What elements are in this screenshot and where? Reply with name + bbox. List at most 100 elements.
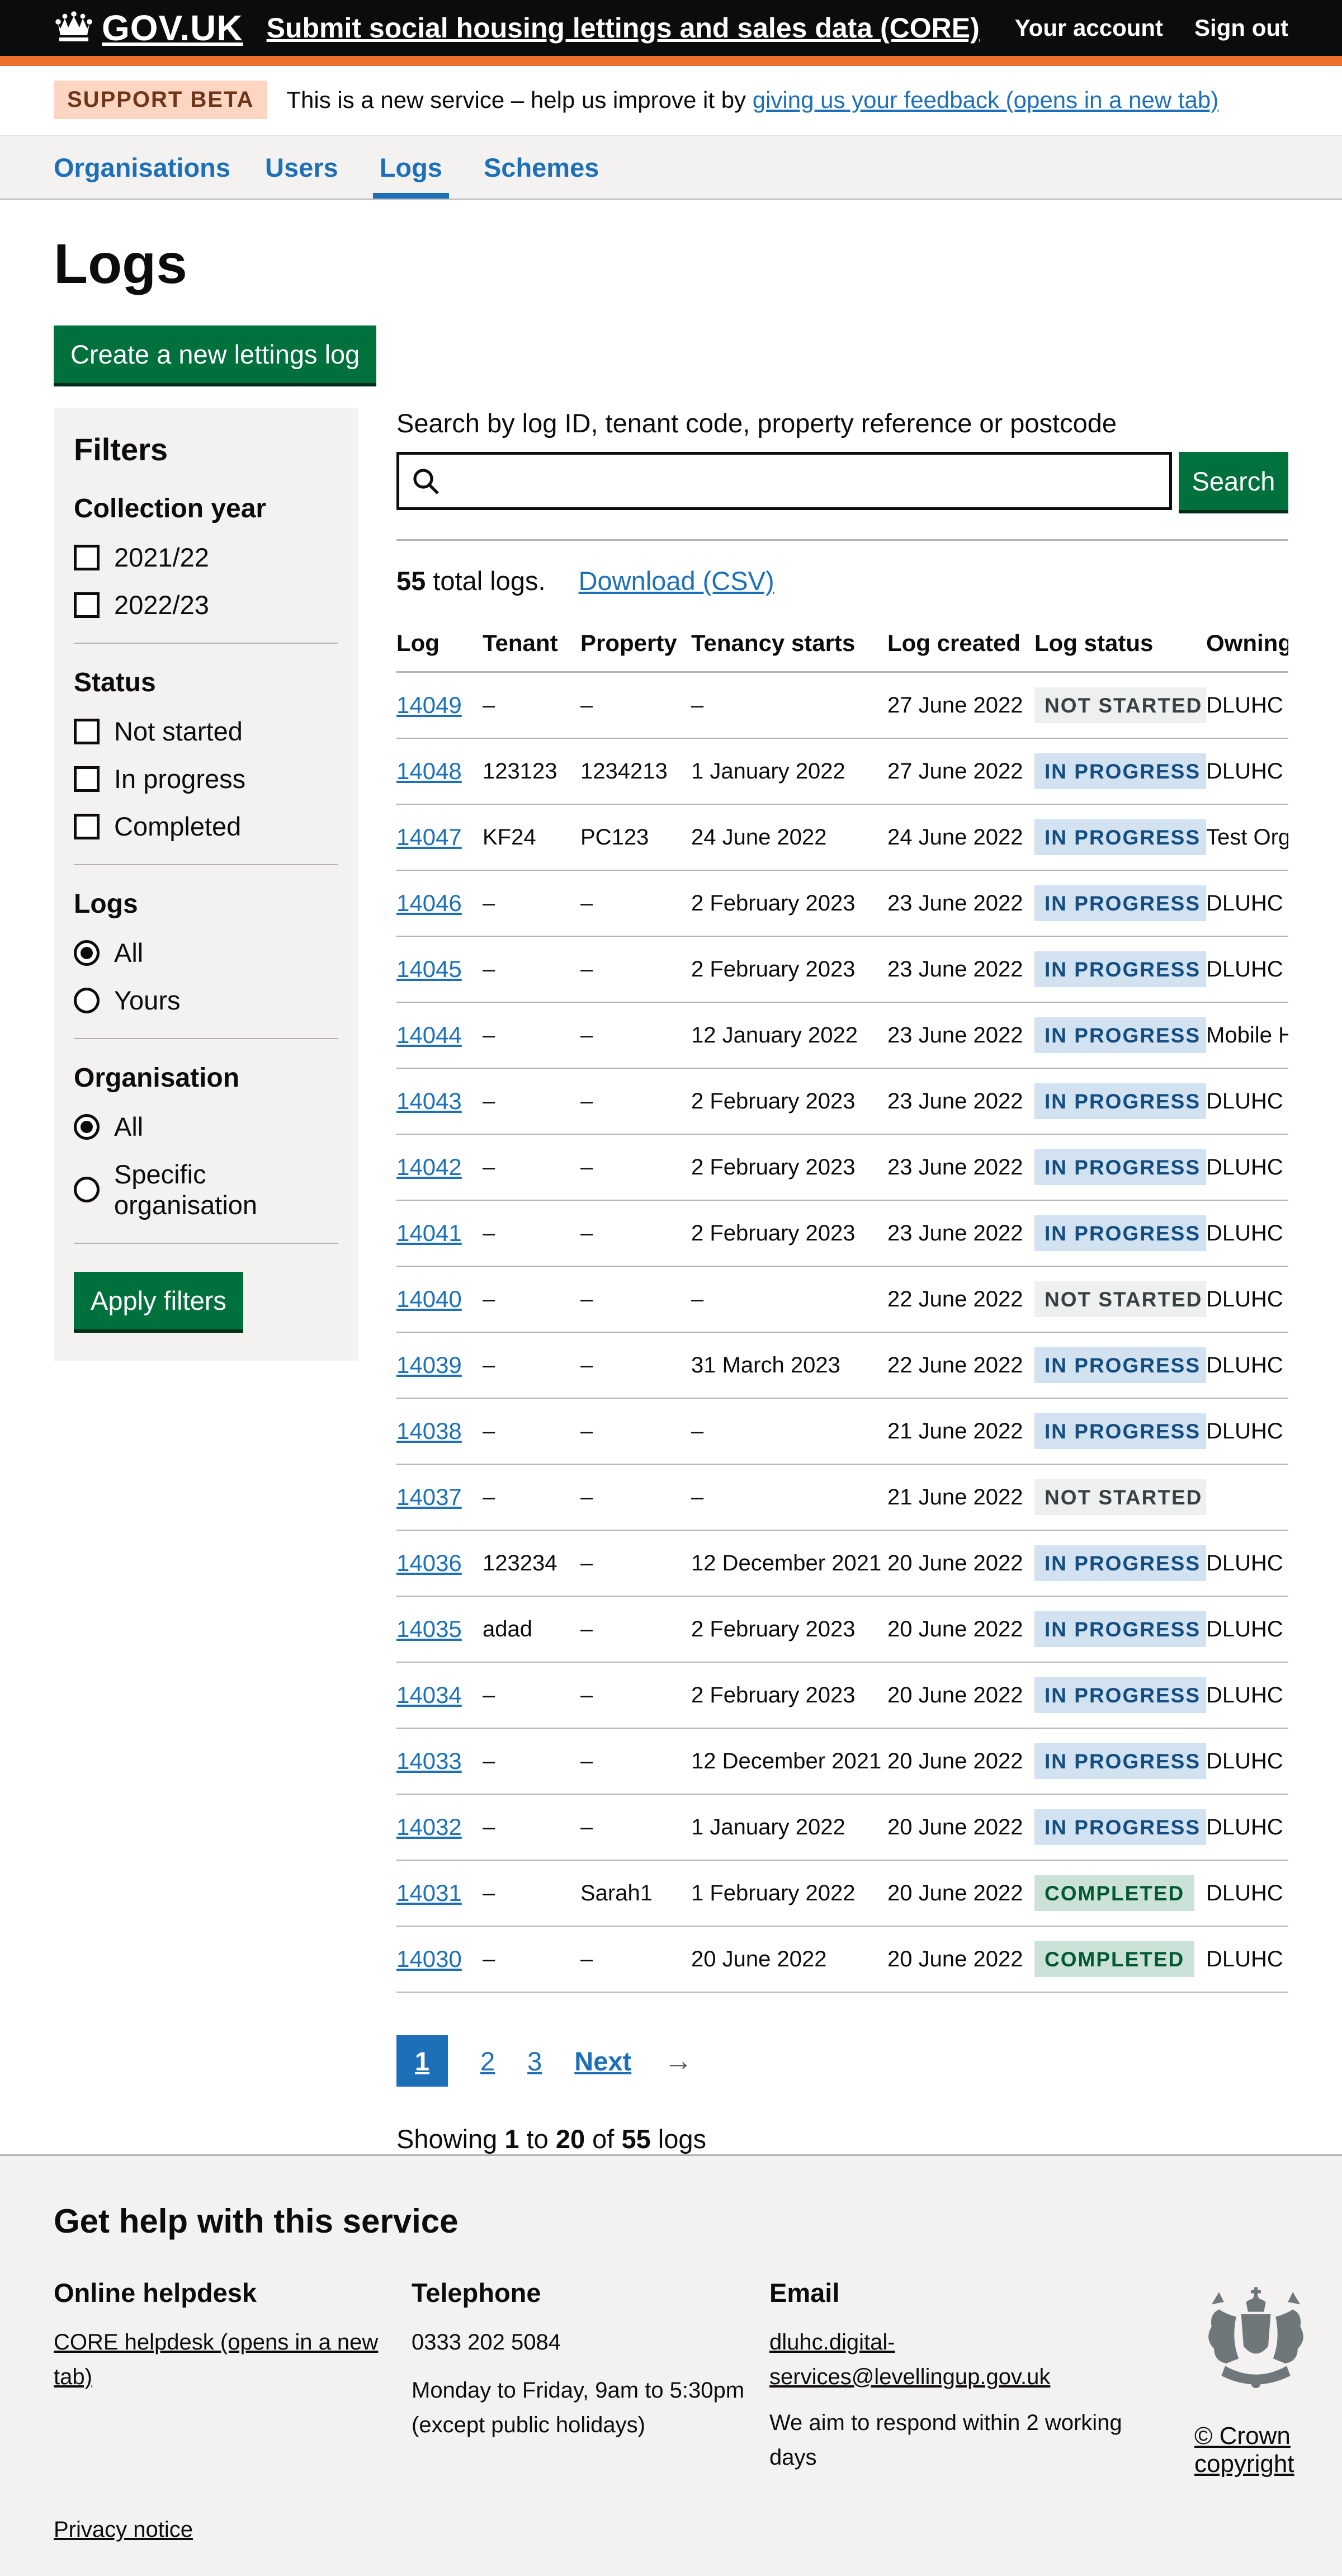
table-row: 14039––31 March 202322 June 2022IN PROGR… xyxy=(396,1332,1288,1398)
pagination-next-link[interactable]: Next xyxy=(574,2046,631,2077)
checkbox[interactable] xyxy=(74,545,100,570)
log-link[interactable]: 14031 xyxy=(396,1880,462,1906)
govuk-logo[interactable]: GOV.UK xyxy=(54,7,243,49)
your-account-link[interactable]: Your account xyxy=(1015,15,1163,41)
log-link[interactable]: 14033 xyxy=(396,1748,462,1774)
table-row: 14036123234–12 December 202120 June 2022… xyxy=(396,1530,1288,1596)
table-row: 14031–Sarah11 February 202220 June 2022C… xyxy=(396,1860,1288,1926)
sign-out-link[interactable]: Sign out xyxy=(1194,15,1288,41)
tenancy-starts-cell: 12 December 2021 xyxy=(691,1530,887,1596)
property-cell: – xyxy=(580,1926,691,1992)
log-link[interactable]: 14036 xyxy=(396,1550,462,1576)
table-row: 14033––12 December 202120 June 2022IN PR… xyxy=(396,1728,1288,1794)
log-link[interactable]: 14030 xyxy=(396,1946,462,1972)
owning-org-cell: DLUHC Test Organisation xyxy=(1206,1926,1288,1992)
checkbox[interactable] xyxy=(74,719,100,744)
privacy-notice-link[interactable]: Privacy notice xyxy=(54,2517,193,2542)
log-link[interactable]: 14049 xyxy=(396,692,462,718)
apply-filters-button[interactable]: Apply filters xyxy=(74,1272,243,1329)
property-cell: 1234213 xyxy=(580,738,691,804)
log-link[interactable]: 14041 xyxy=(396,1220,462,1246)
property-cell: – xyxy=(580,1266,691,1332)
nav-item-users[interactable]: Users xyxy=(258,152,345,199)
column-header-log-status: Log status xyxy=(1034,630,1206,672)
option-label: Not started xyxy=(114,716,243,747)
tenant-cell: – xyxy=(483,1464,580,1530)
pagination-page-3[interactable]: 3 xyxy=(527,2046,542,2077)
filter-group-organisation: OrganisationAllSpecific organisation xyxy=(74,1063,338,1220)
tenancy-starts-cell: 2 February 2023 xyxy=(691,1134,887,1200)
log-link[interactable]: 14048 xyxy=(396,758,462,784)
status-badge: IN PROGRESS xyxy=(1034,1215,1206,1251)
tenancy-starts-cell: 2 February 2023 xyxy=(691,1596,887,1662)
log-link[interactable]: 14044 xyxy=(396,1022,462,1048)
log-link[interactable]: 14045 xyxy=(396,956,462,982)
checkbox[interactable] xyxy=(74,592,100,618)
phase-banner: SUPPORT BETA This is a new service – hel… xyxy=(0,66,1342,135)
log-link[interactable]: 14035 xyxy=(396,1616,462,1642)
tenant-cell: – xyxy=(483,672,580,739)
log-link[interactable]: 14046 xyxy=(396,890,462,916)
property-cell: – xyxy=(580,1596,691,1662)
log-created-cell: 23 June 2022 xyxy=(887,1134,1034,1200)
main-content: Logs Create a new lettings log Filters C… xyxy=(0,200,1342,2154)
download-csv-link[interactable]: Download (CSV) xyxy=(579,566,774,596)
tenancy-starts-cell: 2 February 2023 xyxy=(691,1662,887,1728)
feedback-link[interactable]: giving us your feedback (opens in a new … xyxy=(753,87,1219,113)
arrow-right-icon: → xyxy=(664,2044,693,2078)
tenant-cell: 123234 xyxy=(483,1530,580,1596)
log-link[interactable]: 14032 xyxy=(396,1814,462,1840)
service-name-link[interactable]: Submit social housing lettings and sales… xyxy=(267,12,980,44)
property-cell: – xyxy=(580,1002,691,1068)
total-suffix: total logs. xyxy=(426,566,545,596)
log-link[interactable]: 14047 xyxy=(396,824,462,850)
create-lettings-log-button[interactable]: Create a new lettings log xyxy=(54,325,376,383)
option-label: 2021/22 xyxy=(114,542,209,573)
log-link[interactable]: 14034 xyxy=(396,1682,462,1708)
owning-org-cell: DLUHC xyxy=(1206,1398,1288,1464)
tenant-cell: – xyxy=(483,870,580,936)
tenancy-starts-cell: 12 January 2022 xyxy=(691,1002,887,1068)
status-badge: IN PROGRESS xyxy=(1034,1149,1206,1185)
tenancy-starts-cell: – xyxy=(691,672,887,739)
filter-divider xyxy=(74,643,338,644)
log-link[interactable]: 14038 xyxy=(396,1418,462,1444)
showing-line: Showing 1 to 20 of 55 logs xyxy=(396,2124,1288,2154)
tenant-cell: – xyxy=(483,1002,580,1068)
pagination-current-page[interactable]: 1 xyxy=(396,2035,448,2087)
nav-item-schemes[interactable]: Schemes xyxy=(477,152,606,199)
crown-copyright-link[interactable]: © Crown copyright xyxy=(1194,2422,1317,2478)
radio-button[interactable] xyxy=(74,1177,100,1202)
column-header-log-created: Log created xyxy=(887,630,1034,672)
log-link[interactable]: 14042 xyxy=(396,1154,462,1180)
log-created-cell: 27 June 2022 xyxy=(887,672,1034,739)
log-link[interactable]: 14039 xyxy=(396,1352,462,1378)
table-row: 14035adad–2 February 202320 June 2022IN … xyxy=(396,1596,1288,1662)
checkbox-option-2022-23: 2022/23 xyxy=(74,589,338,620)
checkbox[interactable] xyxy=(74,814,100,839)
email-link[interactable]: dluhc.digital-services@levellingup.gov.u… xyxy=(769,2330,1050,2389)
owning-org-cell: DLUHC Test Organisation xyxy=(1206,936,1288,1002)
nav-item-organisations[interactable]: Organisations xyxy=(47,152,237,199)
log-link[interactable]: 14043 xyxy=(396,1088,462,1114)
core-helpdesk-link[interactable]: CORE helpdesk (opens in a new tab) xyxy=(54,2330,378,2389)
radio-option-yours: Yours xyxy=(74,985,338,1016)
log-link[interactable]: 14040 xyxy=(396,1286,462,1312)
nav-item-logs[interactable]: Logs xyxy=(373,152,449,199)
status-badge: COMPLETED xyxy=(1034,1941,1194,1977)
property-cell: – xyxy=(580,936,691,1002)
radio-button[interactable] xyxy=(74,988,100,1013)
search-button[interactable]: Search xyxy=(1179,452,1288,510)
logo-text: GOV.UK xyxy=(102,7,243,49)
log-link[interactable]: 14037 xyxy=(396,1484,462,1510)
property-cell: – xyxy=(580,1332,691,1398)
log-created-cell: 20 June 2022 xyxy=(887,1530,1034,1596)
radio-button[interactable] xyxy=(74,940,100,966)
tenant-cell: – xyxy=(483,1728,580,1794)
govuk-header: GOV.UK Submit social housing lettings an… xyxy=(0,0,1342,66)
log-created-cell: 20 June 2022 xyxy=(887,1662,1034,1728)
search-input[interactable] xyxy=(396,452,1172,510)
checkbox[interactable] xyxy=(74,766,100,792)
pagination-page-2[interactable]: 2 xyxy=(480,2046,495,2077)
radio-button[interactable] xyxy=(74,1114,100,1140)
